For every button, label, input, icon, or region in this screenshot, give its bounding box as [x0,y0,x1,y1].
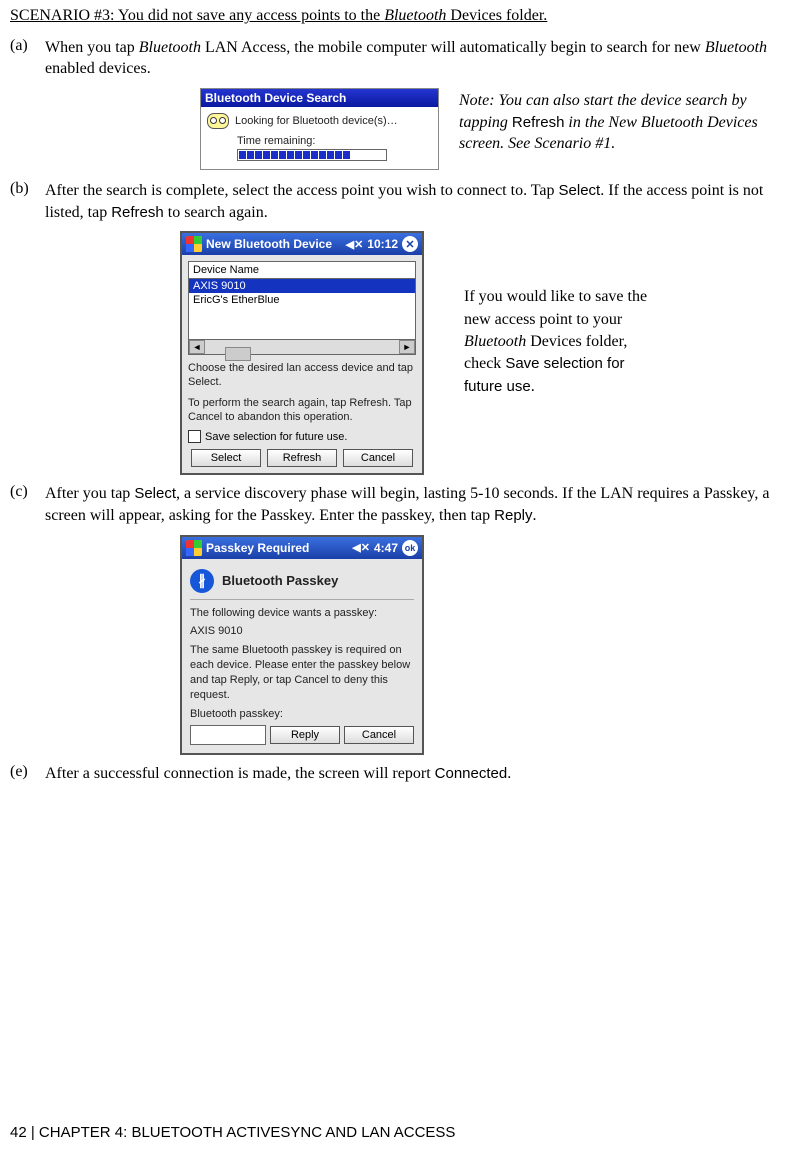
passkey-required-window: Passkey Required ◀✕ 4:47 ok ∦ Bluetooth … [180,535,424,756]
scroll-left-icon[interactable]: ◄ [189,340,205,354]
refresh-button[interactable]: Refresh [267,449,337,467]
reply-button[interactable]: Reply [270,726,340,744]
volume-icon[interactable]: ◀✕ [346,238,364,251]
scenario-title: SCENARIO #3: You did not save any access… [10,6,777,27]
step-a: (a) When you tap Bluetooth LAN Access, t… [10,37,777,80]
step-e: (e) After a successful connection is mad… [10,763,777,785]
passkey-titlebar: Passkey Required ◀✕ 4:47 ok [182,537,422,559]
step-c-body: After you tap Select, a service discover… [45,483,777,526]
device-list-item-selected[interactable]: AXIS 9010 [189,279,415,293]
volume-icon[interactable]: ◀✕ [352,541,370,554]
bluetooth-icon: ∦ [190,569,214,593]
step-e-letter: (e) [10,763,45,785]
time-remaining-label: Time remaining: [237,135,432,147]
cancel-button[interactable]: Cancel [343,449,413,467]
passkey-instruction: The same Bluetooth passkey is required o… [190,643,414,702]
new-bluetooth-device-window: New Bluetooth Device ◀✕ 10:12 ✕ Device N… [180,231,424,475]
step-b: (b) After the search is complete, select… [10,180,777,223]
passkey-input[interactable] [190,725,266,745]
step-e-body: After a successful connection is made, t… [45,763,777,785]
step-b-letter: (b) [10,180,45,223]
page-number: 42 [10,1124,27,1141]
scenario-title-prefix: SCENARIO #3: You did not save any access… [10,7,384,24]
search-animation-icon [207,113,229,129]
bluetooth-search-dialog: Bluetooth Device Search Looking for Blue… [200,88,439,170]
scroll-right-icon[interactable]: ► [399,340,415,354]
ok-button[interactable]: ok [402,540,418,556]
instruction-text-2: To perform the search again, tap Refresh… [188,396,416,425]
clock-label: 10:12 [367,237,398,251]
scenario-title-suffix: Devices folder. [446,7,547,24]
cancel-button[interactable]: Cancel [344,726,414,744]
instruction-text-1: Choose the desired lan access device and… [188,361,416,390]
device-list-scrollbar[interactable]: ◄ ► [188,340,416,355]
device-list-header: Device Name [188,261,416,278]
new-bt-device-titlebar: New Bluetooth Device ◀✕ 10:12 ✕ [182,233,422,255]
passkey-field-label: Bluetooth passkey: [190,707,414,722]
device-list[interactable]: AXIS 9010 EricG's EtherBlue [188,278,416,340]
page-footer: 42 | CHAPTER 4: BLUETOOTH ACTIVESYNC AND… [10,1124,455,1141]
passkey-device-name: AXIS 9010 [190,624,414,639]
windows-start-icon[interactable] [186,236,202,252]
device-list-item[interactable]: EricG's EtherBlue [189,293,415,307]
step-a-body: When you tap Bluetooth LAN Access, the m… [45,37,777,80]
scenario-title-italic: Bluetooth [384,7,446,24]
save-selection-label: Save selection for future use. [205,431,347,443]
figB-side-note: If you would like to save the new access… [464,231,654,398]
passkey-header: Bluetooth Passkey [222,573,338,588]
step-b-body: After the search is complete, select the… [45,180,777,223]
new-bt-device-title: New Bluetooth Device [206,237,332,251]
bluetooth-search-titlebar: Bluetooth Device Search [201,89,438,107]
searching-text: Looking for Bluetooth device(s)… [235,115,398,127]
scroll-thumb[interactable] [225,347,251,361]
chapter-label: CHAPTER 4: BLUETOOTH ACTIVESYNC AND LAN … [39,1124,456,1141]
select-button[interactable]: Select [191,449,261,467]
step-c-letter: (c) [10,483,45,526]
clock-label: 4:47 [374,541,398,555]
figA-side-note: Note: You can also start the device sear… [459,88,777,155]
close-icon[interactable]: ✕ [402,236,418,252]
passkey-prompt-line1: The following device wants a passkey: [190,606,414,621]
save-selection-checkbox[interactable] [188,430,201,443]
step-a-letter: (a) [10,37,45,80]
windows-start-icon[interactable] [186,540,202,556]
search-progress-bar [237,149,387,161]
step-c: (c) After you tap Select, a service disc… [10,483,777,526]
passkey-title: Passkey Required [206,541,309,555]
